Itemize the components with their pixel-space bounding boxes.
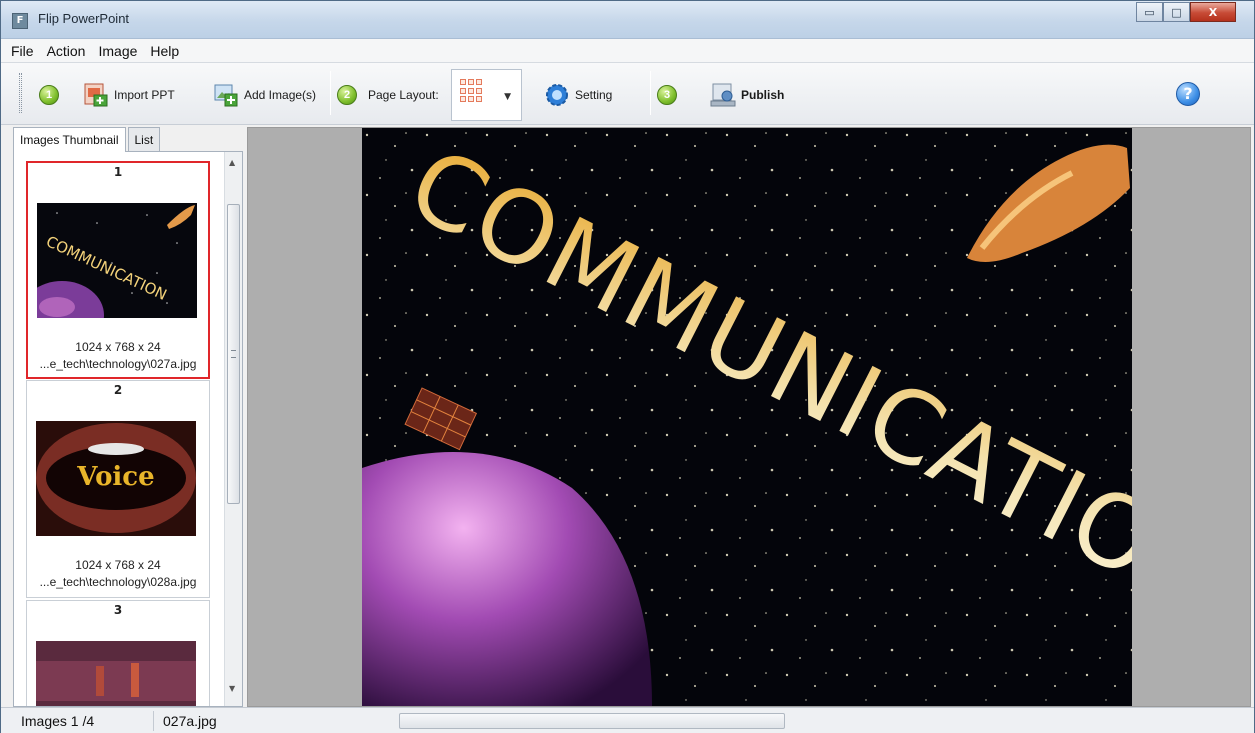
add-images-label: Add Image(s) <box>244 88 317 102</box>
menu-file[interactable]: File <box>11 43 34 59</box>
thumbnail-path: ...e_tech\technology\027a.jpg <box>39 357 197 371</box>
step-3-badge: 3 <box>657 83 677 107</box>
import-ppt-label: Import PPT <box>114 88 175 102</box>
thumbnail-art-text: Voice <box>76 462 154 492</box>
thumbnail-item-1[interactable]: 1 COMMUNICATION 1024 x 768 x 24 ...e_tec… <box>26 161 210 379</box>
preview-area: COMMUNICATION <box>247 127 1251 707</box>
title-bar: F Flip PowerPoint ▭ □ X <box>1 1 1254 39</box>
step-1-icon: 1 <box>39 85 59 105</box>
help-icon[interactable]: ? <box>1176 82 1200 106</box>
layout-grid-icon <box>460 79 484 103</box>
status-divider <box>153 711 154 731</box>
toolbar-grip[interactable] <box>19 73 22 113</box>
step-2-icon: 2 <box>337 85 357 105</box>
step-3-icon: 3 <box>657 85 677 105</box>
thumbnail-scrollbar[interactable]: ▲ ▼ <box>224 152 242 706</box>
window-controls: ▭ □ X <box>1136 2 1236 22</box>
status-bar: Images 1 /4 027a.jpg <box>1 707 1254 733</box>
scroll-down-icon[interactable]: ▼ <box>229 684 235 693</box>
thumbnail-size: 1024 x 768 x 24 <box>75 340 161 354</box>
thumbnail-image: Voice <box>36 421 196 536</box>
publish-button[interactable]: Publish <box>710 83 784 107</box>
add-images-button[interactable]: Add Image(s) <box>213 83 316 107</box>
maximize-icon: □ <box>1171 5 1182 19</box>
thumbnail-image <box>36 641 196 706</box>
close-button[interactable]: X <box>1190 2 1236 22</box>
scroll-up-icon[interactable]: ▲ <box>229 158 235 167</box>
thumbnail-size: 1024 x 768 x 24 <box>75 558 161 572</box>
toolbar: 1 Import PPT Add Image(s) 2 Page Layout:… <box>1 63 1254 125</box>
close-icon: X <box>1208 5 1218 19</box>
step-2-badge: 2 <box>337 83 357 107</box>
grip-icon <box>231 350 236 358</box>
import-ppt-button[interactable]: Import PPT <box>83 83 175 107</box>
scrollbar-thumb[interactable] <box>227 204 240 504</box>
thumbnail-path: ...e_tech\technology\028a.jpg <box>39 575 197 589</box>
tab-images-thumbnail[interactable]: Images Thumbnail <box>13 127 126 152</box>
thumbnail-list[interactable]: 1 COMMUNICATION 1024 x 768 x 24 ...e_tec… <box>13 151 243 707</box>
thumbnail-item-3[interactable]: 3 <box>26 600 210 706</box>
status-image-count: Images 1 /4 <box>21 713 95 729</box>
thumbnail-image: COMMUNICATION <box>37 203 197 318</box>
publish-label: Publish <box>741 88 785 102</box>
add-image-icon <box>213 82 239 108</box>
menu-image[interactable]: Image <box>98 43 137 59</box>
toolbar-separator <box>650 71 651 115</box>
menu-help[interactable]: Help <box>150 43 179 59</box>
thumbnail-number: 2 <box>113 383 123 397</box>
thumbnail-panel: Images Thumbnail List 1 COMMUNICATION 10… <box>13 127 243 707</box>
toolbar-separator <box>330 71 331 115</box>
tab-list[interactable]: List <box>127 127 161 151</box>
menu-bar: File Action Image Help <box>1 39 1254 63</box>
import-ppt-icon <box>83 82 109 108</box>
setting-icon <box>544 82 570 108</box>
thumbnail-number: 1 <box>113 165 123 179</box>
menu-action[interactable]: Action <box>47 43 86 59</box>
thumbnail-number: 3 <box>113 603 123 617</box>
panel-tabs: Images Thumbnail List <box>13 127 162 152</box>
minimize-icon: ▭ <box>1144 5 1155 19</box>
thumbnail-item-2[interactable]: 2 Voice 1024 x 768 x 24 ...e_tech\techno… <box>26 380 210 598</box>
page-layout-label-wrap: Page Layout: <box>368 83 439 107</box>
maximize-button[interactable]: □ <box>1163 2 1190 22</box>
status-file-name: 027a.jpg <box>163 713 217 729</box>
horizontal-scrollbar[interactable] <box>399 713 785 729</box>
app-icon: F <box>12 13 28 29</box>
step-1-badge: 1 <box>39 83 59 107</box>
page-layout-label: Page Layout: <box>368 88 439 102</box>
setting-button[interactable]: Setting <box>544 83 612 107</box>
page-layout-dropdown[interactable]: ▼ <box>451 69 522 121</box>
preview-image: COMMUNICATION <box>362 128 1132 706</box>
app-window: F Flip PowerPoint ▭ □ X File Action Imag… <box>0 0 1255 733</box>
minimize-button[interactable]: ▭ <box>1136 2 1163 22</box>
setting-label: Setting <box>575 88 613 102</box>
publish-icon <box>710 82 736 108</box>
chevron-down-icon: ▼ <box>504 92 511 102</box>
window-title: Flip PowerPoint <box>38 11 130 26</box>
